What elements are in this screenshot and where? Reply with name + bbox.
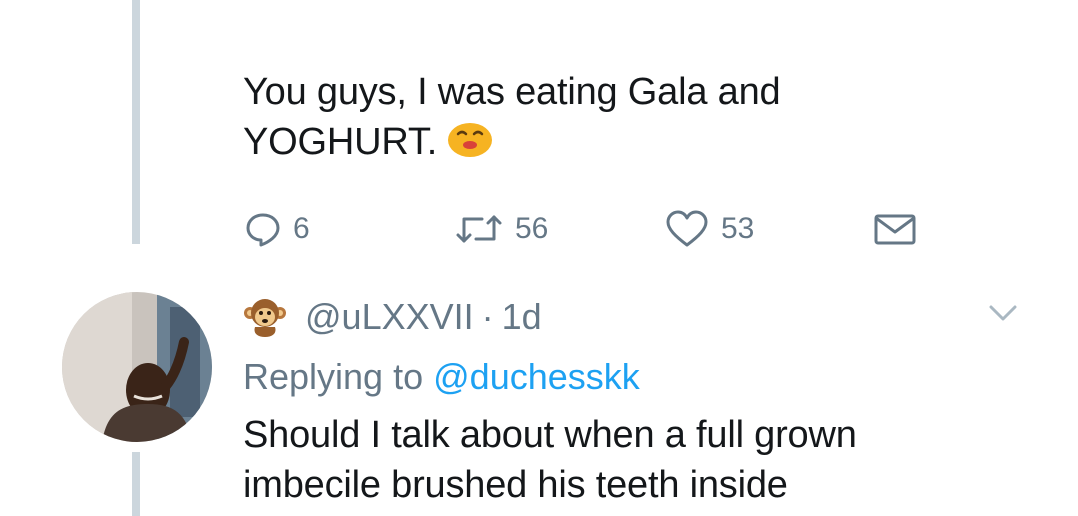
monkey-emoji-icon: [243, 295, 287, 339]
retweet-count: 56: [515, 212, 549, 245]
replying-to-prefix: Replying to: [243, 356, 424, 397]
retweet-button[interactable]: 56: [455, 206, 548, 252]
replying-to-mention[interactable]: @duchesskk: [433, 356, 640, 397]
thread-connector-top: [132, 0, 140, 244]
tweet-text: You guys, I was eating Gala and YOGHURT.: [243, 67, 943, 167]
tweet-age[interactable]: 1d: [502, 296, 542, 338]
meta-separator: ·: [481, 296, 494, 337]
replying-to: Replying to @duchesskk: [243, 352, 640, 402]
avatar[interactable]: [62, 292, 212, 442]
user-handle[interactable]: @uLXXVII: [305, 296, 474, 338]
more-options-button[interactable]: [986, 300, 1020, 326]
direct-message-button[interactable]: [873, 206, 917, 252]
thread-connector-bottom: [132, 452, 140, 516]
reply-count: 6: [293, 212, 310, 245]
heart-icon: [666, 210, 708, 247]
reply-text: Should I talk about when a full grown im…: [243, 410, 1003, 510]
anguished-face-emoji-icon: [447, 118, 493, 158]
reply-text-line: imbecile brushed his teeth inside: [243, 464, 788, 506]
reply-button[interactable]: 6: [245, 206, 310, 252]
avatar-photo: [62, 292, 212, 442]
chevron-down-icon: [989, 305, 1017, 321]
tweet-text-line-content: YOGHURT.: [243, 121, 438, 163]
reply-icon: [246, 213, 280, 247]
tweet-text-line: You guys, I was eating Gala and: [243, 71, 781, 113]
tweet-text-line: YOGHURT.: [243, 117, 943, 167]
retweet-icon: [456, 215, 502, 243]
reply-text-line: Should I talk about when a full grown: [243, 414, 857, 456]
reply-meta: @uLXXVII · 1d: [243, 292, 542, 342]
like-count: 53: [721, 212, 755, 245]
like-button[interactable]: 53: [665, 206, 754, 252]
envelope-icon: [874, 214, 916, 245]
